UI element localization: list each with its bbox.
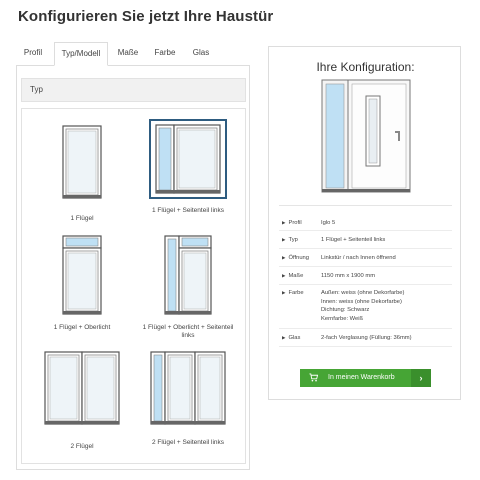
option-1-fluegel-oberlicht[interactable]: 1 Flügel + Oberlicht: [37, 235, 127, 335]
tab-farbe[interactable]: Farbe: [148, 42, 182, 66]
tab-bar: Profil Typ/Modell Maße Farbe Glas: [16, 42, 250, 66]
option-1-fluegel-seitenteil-links[interactable]: 1 Flügel + Seitenteil links: [140, 119, 236, 229]
triangle-right-icon: ▶: [282, 335, 286, 340]
chevron-right-icon: ›: [411, 369, 431, 387]
door-oberlicht-seitenteil-icon: [164, 235, 212, 315]
option-1-fluegel-oberlicht-seitenteil[interactable]: 1 Flügel + Oberlicht + Seitenteil links: [140, 235, 236, 345]
door-2-fluegel-seitenteil-icon: [150, 351, 226, 425]
spec-key-label: Farbe: [288, 290, 304, 296]
option-label: 1 Flügel: [70, 215, 94, 222]
option-2-fluegel-seitenteil-links[interactable]: 2 Flügel + Seitenteil links: [140, 351, 236, 461]
triangle-right-icon: ▶: [282, 220, 286, 225]
spec-key: ▶ Farbe: [279, 289, 321, 328]
door-seitenteil-icon: [155, 124, 221, 194]
option-2-fluegel[interactable]: 2 Flügel: [37, 351, 127, 451]
spec-table: ▶ Profil Iglo 5 ▶ Typ 1 Flügel + Seitentei…: [279, 215, 452, 347]
divider: [279, 205, 452, 206]
spec-row-glas: ▶ Glas 2-fach Verglasung (Füllung: 36mm): [279, 329, 452, 347]
option-label: 1 Flügel + Oberlicht + Seitenteil links: [142, 324, 234, 339]
spec-value: 2-fach Verglasung (Füllung: 36mm): [321, 335, 412, 341]
page-title: Konfigurieren Sie jetzt Ihre Haustür: [18, 8, 274, 25]
door-preview-image: [321, 79, 411, 193]
section-header: Typ: [21, 78, 246, 102]
spec-row-masse: ▶ Maße 1150 mm x 1900 mm: [279, 267, 452, 285]
spec-key: ▶ Profil: [279, 215, 321, 230]
spec-key: ▶ Typ: [279, 231, 321, 248]
add-to-cart-label: In meinen Warenkorb: [328, 374, 395, 381]
option-label: 1 Flügel + Seitenteil links: [151, 207, 225, 214]
tab-masse[interactable]: Maße: [112, 42, 144, 66]
tab-typ-modell[interactable]: Typ/Modell: [54, 42, 108, 66]
config-title: Ihre Konfiguration:: [316, 60, 415, 74]
spec-key-label: Profil: [288, 220, 302, 226]
triangle-right-icon: ▶: [282, 237, 286, 242]
door-2-fluegel-icon: [44, 351, 120, 425]
spec-key-label: Maße: [288, 273, 304, 279]
spec-value: Linkstür / nach Innen öffnend: [321, 255, 396, 261]
type-options-grid: 1 Flügel 1 Flügel + Seitenteil links 1 F…: [21, 108, 246, 464]
spec-value: 1150 mm x 1900 mm: [321, 273, 376, 279]
spec-value: Außen: weiss (ohne Dekorfarbe) Innen: we…: [321, 290, 405, 322]
add-to-cart-button[interactable]: In meinen Warenkorb ›: [300, 369, 431, 387]
spec-row-oeffnung: ▶ Öffnung Linkstür / nach Innen öffnend: [279, 249, 452, 267]
option-label: 2 Flügel: [70, 443, 94, 450]
tab-glas[interactable]: Glas: [186, 42, 216, 66]
spec-key-label: Öffnung: [288, 255, 309, 261]
spec-key-label: Glas: [288, 335, 301, 341]
spec-value: 1 Flügel + Seitenteil links: [321, 237, 386, 243]
option-label: 2 Flügel + Seitenteil links: [151, 439, 225, 446]
tab-profil[interactable]: Profil: [16, 42, 50, 66]
spec-key-label: Typ: [288, 237, 298, 243]
spec-key: ▶ Glas: [279, 329, 321, 346]
triangle-right-icon: ▶: [282, 255, 286, 260]
spec-key: ▶ Öffnung: [279, 249, 321, 266]
option-1-fluegel[interactable]: 1 Flügel: [37, 121, 127, 222]
spec-value: Iglo 5: [321, 220, 336, 226]
spec-key: ▶ Maße: [279, 267, 321, 284]
option-label: 1 Flügel + Oberlicht: [53, 324, 111, 331]
configuration-summary-panel: Ihre Konfiguration: ▶ Profil Iglo 5 ▶ Typ …: [268, 46, 461, 400]
door-1-fluegel-icon: [62, 125, 102, 199]
type-selection-panel: Typ 1 Flügel 1 Flügel + Seitenteil links…: [16, 65, 250, 470]
spec-row-profil: ▶ Profil Iglo 5: [279, 215, 452, 231]
triangle-right-icon: ▶: [282, 273, 286, 278]
spec-row-typ: ▶ Typ 1 Flügel + Seitenteil links: [279, 231, 452, 249]
door-oberlicht-icon: [62, 235, 102, 315]
cart-icon: [309, 369, 319, 389]
triangle-right-icon: ▶: [282, 290, 286, 295]
spec-row-farbe: ▶ Farbe Außen: weiss (ohne Dekorfarbe) In…: [279, 285, 452, 329]
